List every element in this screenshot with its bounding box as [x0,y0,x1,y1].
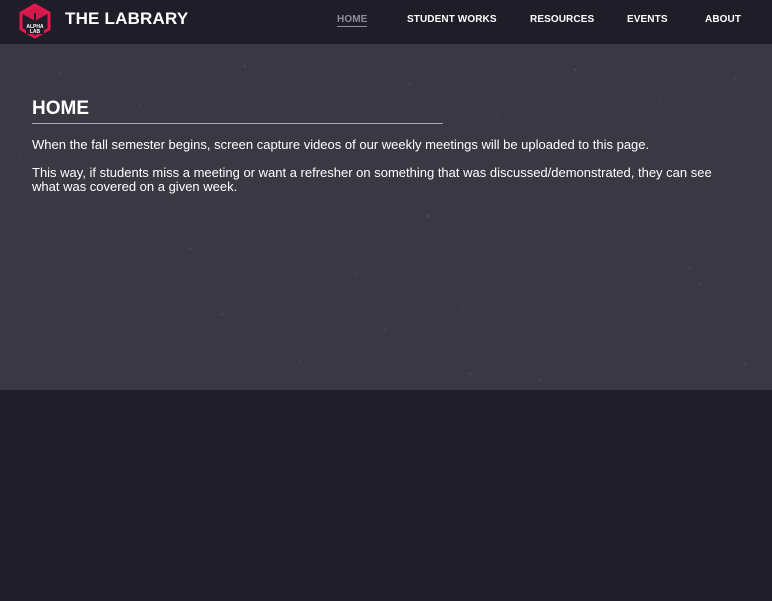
content-section: HOME When the fall semester begins, scre… [0,44,772,390]
detail-paragraph: This way, if students miss a meeting or … [32,165,712,194]
nav-item-about[interactable]: ABOUT [705,14,741,25]
logo-text-line2: LAB [30,29,41,35]
nav-item-student-works[interactable]: STUDENT WORKS [407,14,497,25]
page-title: HOME [32,98,89,119]
heading-divider [32,123,443,124]
intro-paragraph: When the fall semester begins, screen ca… [32,137,650,152]
nav-item-events[interactable]: EVENTS [627,14,668,25]
site-header: ALPHA LAB THE LABRARY HOME STUDENT WORKS… [0,0,772,44]
nav-item-resources[interactable]: RESOURCES [530,14,594,25]
site-title[interactable]: THE LABRARY [65,9,188,29]
alpha-lab-logo-icon[interactable]: ALPHA LAB [17,3,53,39]
lower-area [0,390,772,601]
nav-item-home[interactable]: HOME [337,14,368,27]
starfield-background [19,65,753,381]
